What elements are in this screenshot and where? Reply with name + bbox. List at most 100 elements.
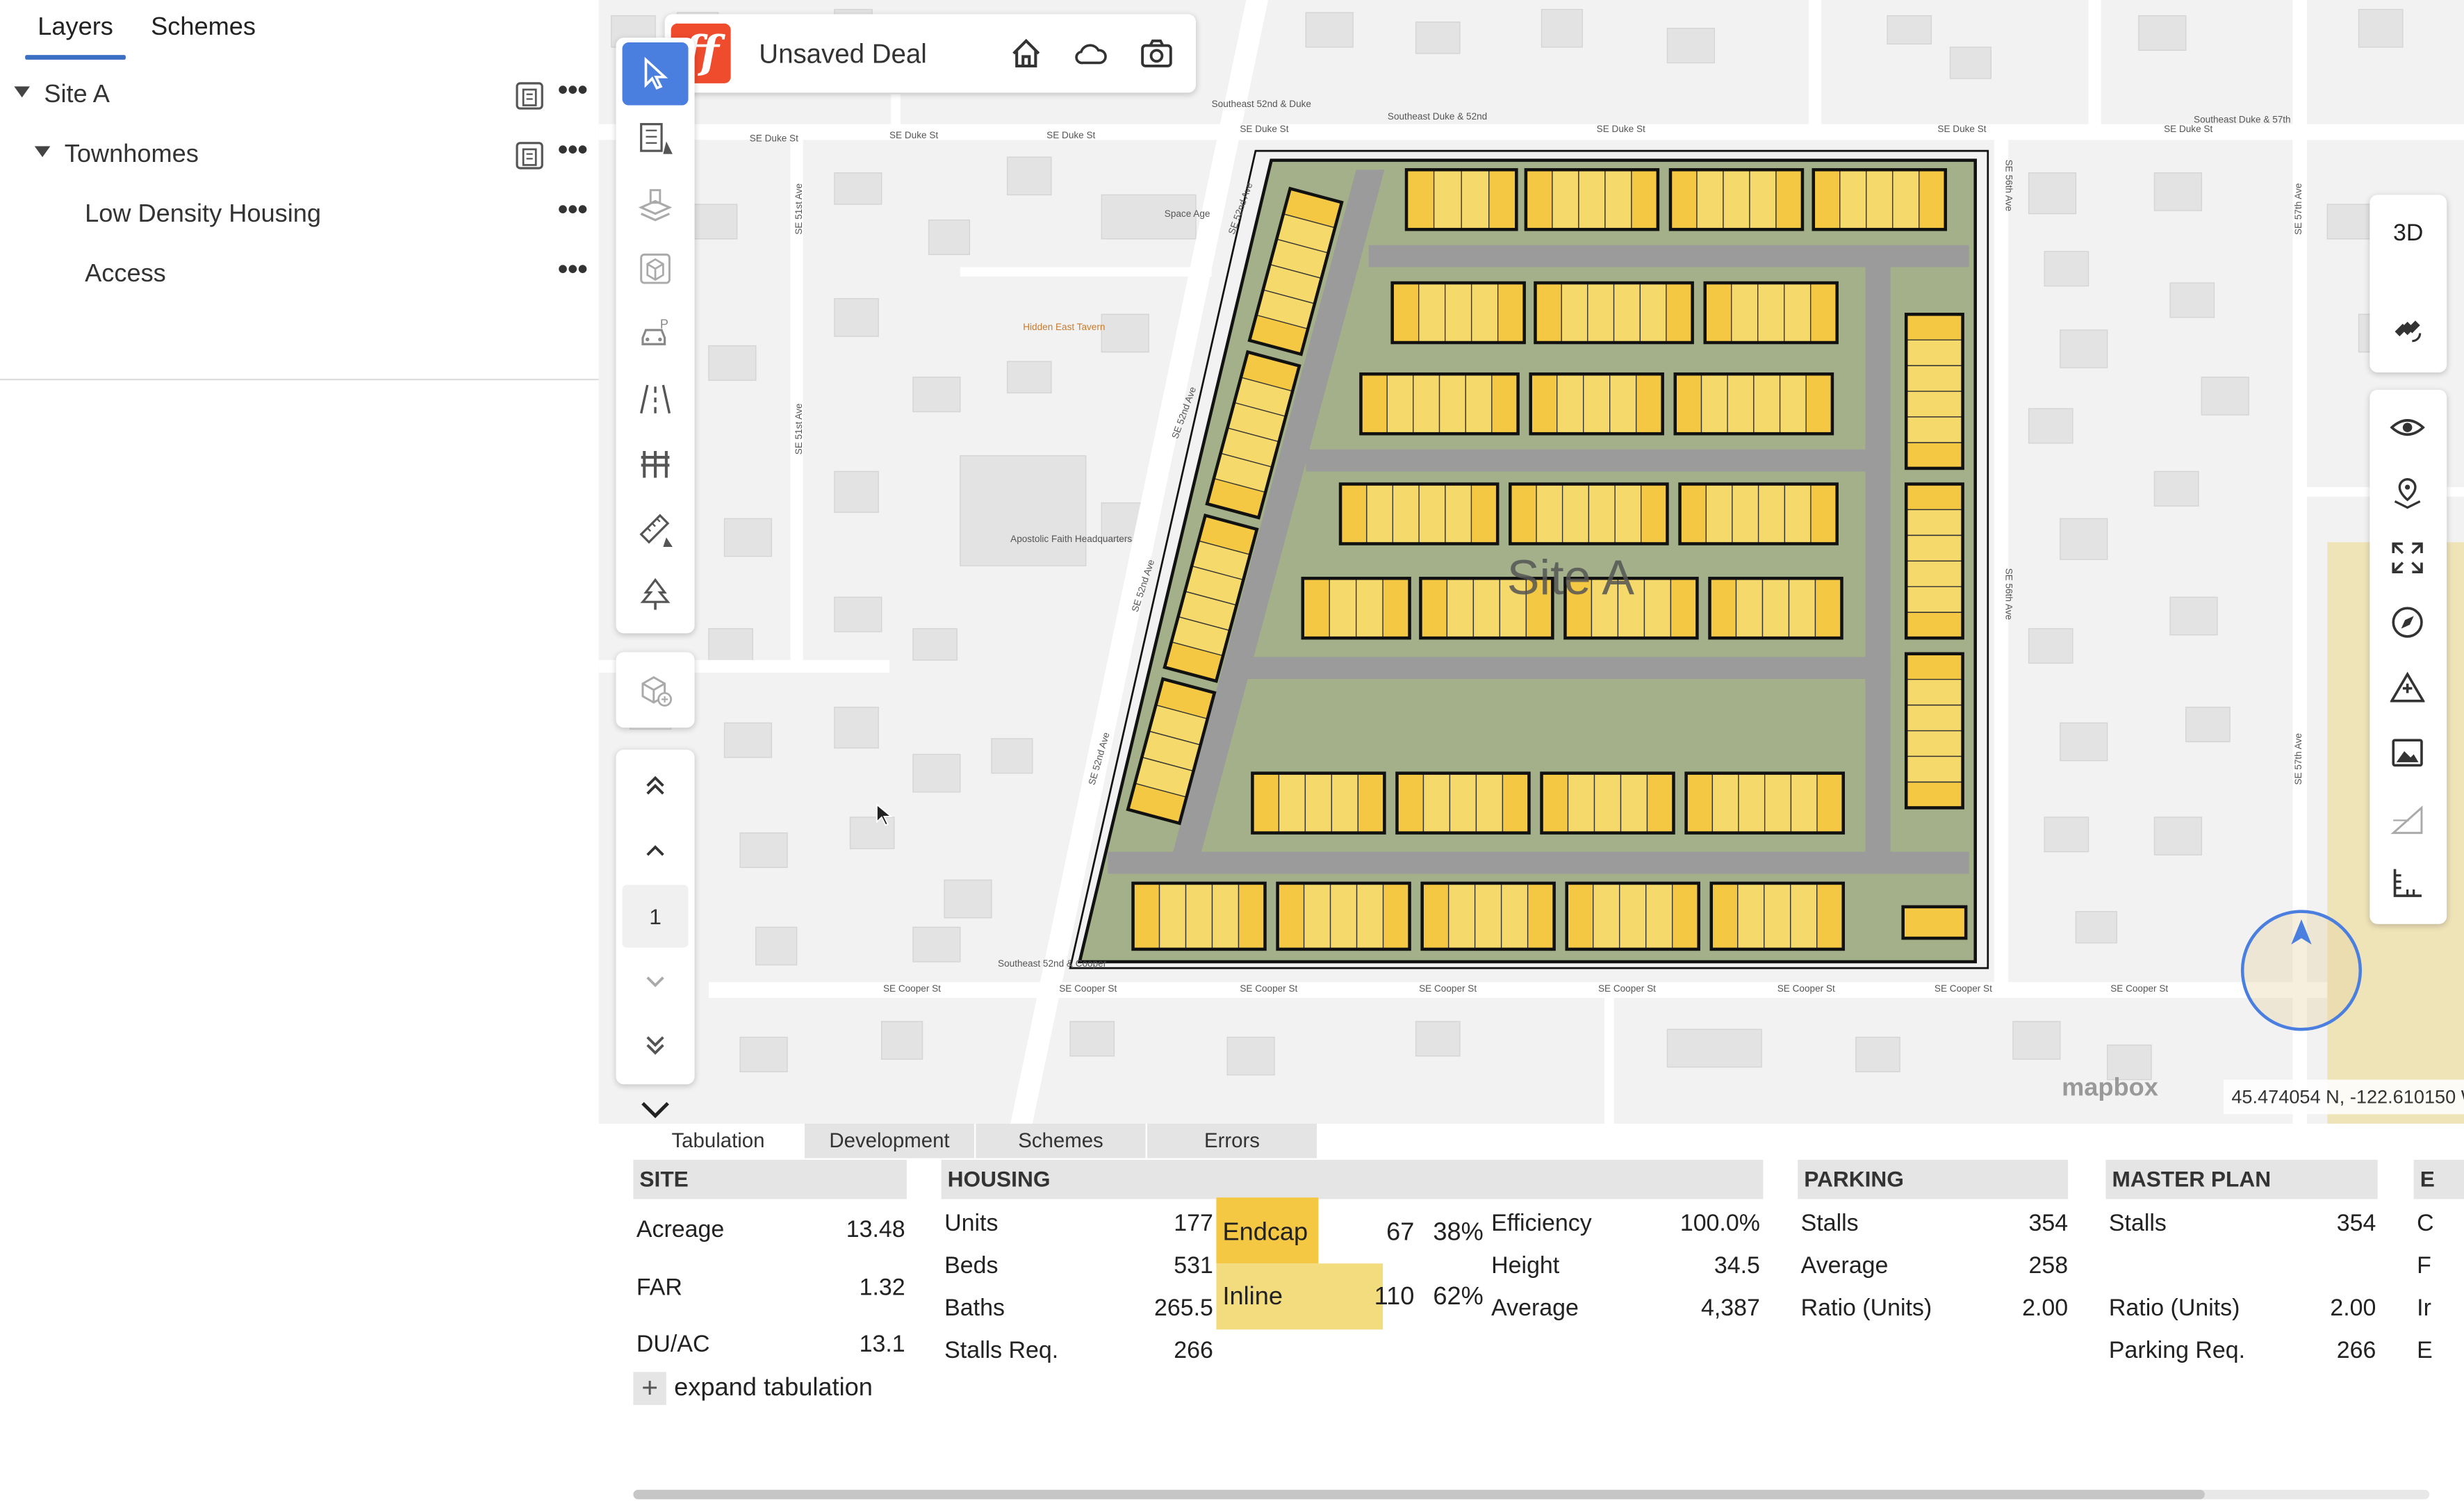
efficiency-value: 100.0% [1679,1210,1760,1237]
endcap-label: Endcap [1222,1219,1308,1247]
tab-errors[interactable]: Errors [1147,1123,1317,1158]
collapse-panel-icon[interactable] [636,1097,674,1126]
visibility-button[interactable] [2369,396,2447,459]
site-duac-label: DU/AC [636,1331,710,1358]
warning-icon [2390,671,2425,703]
parking-header: PARKING [1798,1159,2069,1199]
site-header: SITE [633,1159,907,1199]
satellite-button[interactable] [2369,297,2447,359]
3d-toggle-button[interactable]: 3D [2369,195,2447,273]
street-label: SE Cooper St [1934,985,1992,995]
app-window: Layers Schemes Site A ••• Townhomes ••• … [0,0,2464,1501]
extra-column-header: E [2413,1159,2464,1199]
bottom-level-button[interactable] [623,1014,689,1076]
housing-units-label: Units [944,1210,999,1237]
poi-label: Southeast 52nd & Duke [1211,100,1311,110]
mouse-cursor-icon [876,803,893,826]
more-options-icon[interactable]: ••• [558,133,588,166]
north-arrow-icon [2291,919,2312,945]
select-icon [644,56,668,90]
level-down-button[interactable] [623,949,689,1012]
more-options-icon[interactable]: ••• [558,74,588,106]
street-label: SE Cooper St [882,985,941,995]
tab-schemes[interactable]: Schemes [151,14,256,42]
mp-parking-req-value: 266 [2336,1337,2376,1364]
tree-icon [640,577,671,610]
street-label: SE Duke St [889,131,939,142]
tree-item-access[interactable]: Access ••• [0,245,599,305]
fullscreen-button[interactable] [2369,527,2447,589]
street-label: SE Cooper St [1059,985,1117,995]
current-level: 1 [622,885,689,948]
inline-label: Inline [1222,1283,1283,1311]
cloud-icon[interactable] [1074,36,1108,71]
select-tool[interactable] [622,42,689,106]
building-icon[interactable] [516,82,544,110]
road-tool[interactable] [623,368,689,430]
site-label: Site A [1506,550,1634,605]
massing-tool[interactable] [623,237,689,300]
tab-schemes-bottom[interactable]: Schemes [976,1123,1146,1158]
caret-down-icon[interactable] [14,86,30,98]
housing-units-value: 177 [1174,1210,1213,1237]
double-chevron-down-icon [646,1036,664,1055]
slope-icon [2390,805,2423,835]
layers-tool[interactable] [623,173,689,236]
site-duac-value: 13.1 [859,1331,905,1358]
mp-ratio-value: 2.00 [2330,1295,2376,1322]
map-canvas[interactable]: SE Duke St SE Duke St SE Duke St SE Duke… [598,0,2464,1124]
more-options-icon[interactable]: ••• [558,253,588,286]
street-label: SE Duke St [1596,125,1645,136]
home-icon[interactable] [1009,36,1044,71]
endcap-percent: 38% [1433,1219,1484,1247]
efficiency-label: Efficiency [1491,1210,1592,1237]
street-label: SE Duke St [1240,125,1289,136]
north-indicator[interactable] [2240,910,2363,1031]
average-label: Average [1491,1295,1579,1322]
building-icon[interactable] [516,142,544,170]
measure-button[interactable] [2369,852,2447,914]
tab-layers[interactable]: Layers [25,14,126,60]
caret-down-icon[interactable] [34,146,51,158]
compass-button[interactable] [2369,591,2447,653]
layers-icon [638,189,673,222]
location-button[interactable] [2369,462,2447,525]
top-level-button[interactable] [623,755,689,817]
poi-label: Southeast 52nd & Cooper [998,960,1107,970]
level-up-button[interactable] [623,819,689,881]
mp-parking-req-label: Parking Req. [2108,1337,2246,1364]
building-pin-icon [640,123,673,154]
building-pin-tool[interactable] [623,107,689,170]
tree-tool[interactable] [623,563,689,625]
warning-button[interactable] [2369,657,2447,719]
extra-column-cell: F [2417,1252,2431,1279]
deal-title[interactable]: Unsaved Deal [759,40,926,71]
box-icon [640,253,671,284]
add-massing-button[interactable] [623,659,689,721]
housing-header: HOUSING [941,1159,1764,1199]
view-toolbar: 3D [2369,195,2447,372]
tree-item-label: Site A [44,81,110,109]
fence-tool[interactable] [623,432,689,495]
tab-tabulation[interactable]: Tabulation [633,1123,803,1158]
add-massing-icon [641,676,673,707]
street-label: SE 57th Ave [2294,733,2305,785]
ruler-tool[interactable] [623,498,689,561]
mapbox-logo: mapbox [2062,1074,2158,1102]
inline-percent: 62% [1433,1283,1484,1311]
image-button[interactable] [2369,721,2447,784]
horizontal-scrollbar[interactable] [633,1489,2430,1500]
more-options-icon[interactable]: ••• [558,193,588,226]
tab-development[interactable]: Development [804,1123,975,1158]
tree-item-site-a[interactable]: Site A ••• [0,66,599,126]
scrollbar-thumb[interactable] [633,1489,2205,1500]
parking-tool[interactable]: P [623,302,689,364]
measure-icon [2393,869,2422,897]
camera-icon[interactable] [1140,36,1174,71]
ruler-icon [639,514,673,548]
tree-item-low-density-housing[interactable]: Low Density Housing ••• [0,186,599,245]
slope-button[interactable] [2369,787,2447,850]
expand-icon [2392,542,2423,573]
street-label: SE Duke St [1046,131,1096,142]
tree-item-townhomes[interactable]: Townhomes ••• [0,126,599,186]
